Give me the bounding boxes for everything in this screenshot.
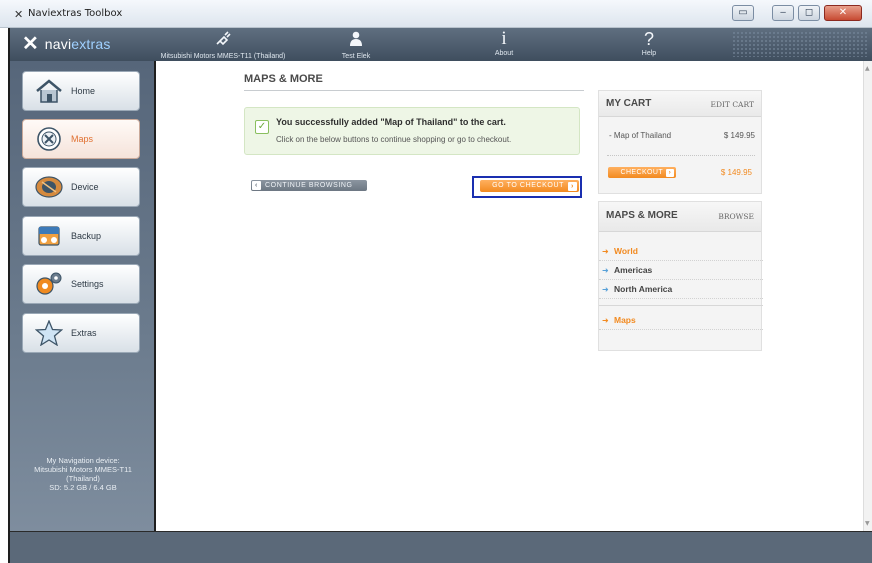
user-icon xyxy=(332,29,380,52)
success-message: ✓ You successfully added "Map of Thailan… xyxy=(244,107,580,155)
sidebar-item-label: Settings xyxy=(71,279,104,289)
sidebar-item-label: Maps xyxy=(71,134,94,144)
continue-browsing-label: CONTINUE BROWSING xyxy=(265,182,353,189)
header-user-label: Test Elek xyxy=(341,53,371,60)
app-window: ✕ Naviextras Toolbox ▭ ‒ ◻ ✕ ✕ naviextra… xyxy=(0,0,872,563)
cart-checkout-label: CHECKOUT xyxy=(620,169,663,176)
success-title: You successfully added "Map of Thailand"… xyxy=(276,117,506,127)
close-button[interactable]: ✕ xyxy=(824,5,862,21)
sidebar-item-label: Device xyxy=(71,182,99,192)
sidebar-item-label: Backup xyxy=(71,231,102,241)
browse-link[interactable]: BROWSE xyxy=(718,212,754,221)
app-header: ✕ naviextras Mitsubishi Motors MMES-T11 … xyxy=(10,28,872,61)
browse-item-label: World xyxy=(614,246,638,256)
browse-item-label: Americas xyxy=(614,265,653,275)
x-logo-icon: ✕ xyxy=(14,8,24,21)
cart-checkout-button[interactable]: CHECKOUT › xyxy=(608,167,676,178)
maximize-button[interactable]: ◻ xyxy=(798,5,820,21)
title-bar: ✕ Naviextras Toolbox ▭ ‒ ◻ ✕ xyxy=(0,0,872,28)
backup-icon xyxy=(34,221,64,251)
page-title: MAPS & MORE xyxy=(244,73,323,85)
device-info-model: Mitsubishi Motors MMES-T11 xyxy=(34,465,132,474)
maps-icon xyxy=(34,124,64,154)
sidebar-item-settings[interactable]: Settings xyxy=(22,264,140,304)
x-logo-icon: ✕ xyxy=(22,33,39,55)
window-title: Naviextras Toolbox xyxy=(28,8,123,19)
header-about-button[interactable]: i About xyxy=(482,29,526,60)
cart-item-name: - Map of Thailand xyxy=(609,131,672,140)
header-help-label: Help xyxy=(641,50,657,57)
maps-panel-header: MAPS & MORE BROWSE xyxy=(599,202,761,232)
sidebar-item-device[interactable]: Device xyxy=(22,167,140,207)
cart-panel-header: MY CART EDIT CART xyxy=(599,91,761,117)
window-controls: ▭ ‒ ◻ ✕ xyxy=(732,5,862,22)
go-to-checkout-label: GO TO CHECKOUT xyxy=(492,182,564,189)
status-bar xyxy=(10,531,872,563)
cart-item-price: $ 149.95 xyxy=(723,131,755,140)
header-device-label: Mitsubishi Motors MMES-T11 (Thailand) xyxy=(160,53,286,60)
browse-item-americas[interactable]: ➜ Americas xyxy=(599,261,763,280)
cart-divider xyxy=(607,155,755,156)
header-about-label: About xyxy=(494,50,514,57)
chevron-left-icon: ‹ xyxy=(252,181,261,190)
home-icon xyxy=(34,76,64,106)
sidebar-item-home[interactable]: Home xyxy=(22,71,140,111)
chevron-right-icon: › xyxy=(666,168,674,177)
arrow-right-icon: ➜ xyxy=(602,284,609,294)
browse-divider xyxy=(599,305,763,306)
chevron-right-icon: › xyxy=(568,181,577,191)
cart-title: MY CART xyxy=(606,98,652,109)
device-info: My Navigation device: Mitsubishi Motors … xyxy=(14,456,152,492)
title-divider xyxy=(244,90,584,91)
help-icon: ? xyxy=(643,29,654,49)
browse-item-north-america[interactable]: ➜ North America xyxy=(599,280,763,299)
info-icon: i xyxy=(501,28,507,49)
system-menu-icon[interactable]: ▭ xyxy=(732,5,754,21)
sidebar-item-label: Extras xyxy=(71,328,97,338)
cart-item: - Map of Thailand $ 149.95 xyxy=(599,131,763,145)
header-pattern xyxy=(732,31,868,57)
scroll-down-icon[interactable]: ▼ xyxy=(865,520,870,527)
minimize-button[interactable]: ‒ xyxy=(772,5,794,21)
sidebar: Home Maps Device Backup Settings Extras … xyxy=(10,61,156,531)
arrow-right-icon: ➜ xyxy=(602,265,609,275)
device-info-storage: SD: 5.2 GB / 6.4 GB xyxy=(49,483,117,492)
checkmark-icon: ✓ xyxy=(255,120,269,134)
arrow-right-icon: ➜ xyxy=(602,246,609,256)
sidebar-item-backup[interactable]: Backup xyxy=(22,216,140,256)
maps-browse-panel: MAPS & MORE BROWSE ➜ World ➜ Americas ➜ … xyxy=(598,201,763,351)
device-info-region: (Thailand) xyxy=(66,474,100,483)
settings-icon xyxy=(34,269,64,299)
maps-panel-title: MAPS & MORE xyxy=(606,210,678,221)
header-device-button[interactable]: Mitsubishi Motors MMES-T11 (Thailand) xyxy=(150,29,296,60)
header-help-button[interactable]: ? Help xyxy=(629,29,669,60)
main-content: MAPS & MORE ✓ You successfully added "Ma… xyxy=(158,61,863,531)
star-icon xyxy=(34,318,64,348)
browse-item-label: Maps xyxy=(614,315,636,325)
cart-panel: MY CART EDIT CART - Map of Thailand $ 14… xyxy=(598,90,762,194)
logo-text: naviextras xyxy=(44,36,111,52)
sidebar-item-label: Home xyxy=(71,86,96,96)
vertical-scrollbar[interactable]: ▲ ▼ xyxy=(863,61,872,531)
continue-browsing-button[interactable]: ‹ CONTINUE BROWSING xyxy=(251,180,367,191)
sidebar-item-maps[interactable]: Maps xyxy=(22,119,140,159)
cart-total: $ 149.95 xyxy=(720,168,752,177)
success-subtitle: Click on the below buttons to continue s… xyxy=(276,135,512,144)
device-info-heading: My Navigation device: xyxy=(46,456,120,465)
scroll-up-icon[interactable]: ▲ xyxy=(865,65,870,72)
sidebar-item-extras[interactable]: Extras xyxy=(22,313,140,353)
browse-item-world[interactable]: ➜ World xyxy=(599,242,763,261)
header-user-button[interactable]: Test Elek xyxy=(332,29,380,60)
edit-cart-link[interactable]: EDIT CART xyxy=(710,100,754,109)
device-icon xyxy=(34,172,64,202)
naviextras-logo[interactable]: ✕ naviextras xyxy=(22,33,111,55)
go-to-checkout-button[interactable]: GO TO CHECKOUT › xyxy=(480,180,579,192)
device-plug-icon xyxy=(150,29,296,52)
arrow-right-icon: ➜ xyxy=(602,315,609,325)
browse-item-label: North America xyxy=(614,284,673,294)
browse-item-maps[interactable]: ➜ Maps xyxy=(599,311,763,330)
